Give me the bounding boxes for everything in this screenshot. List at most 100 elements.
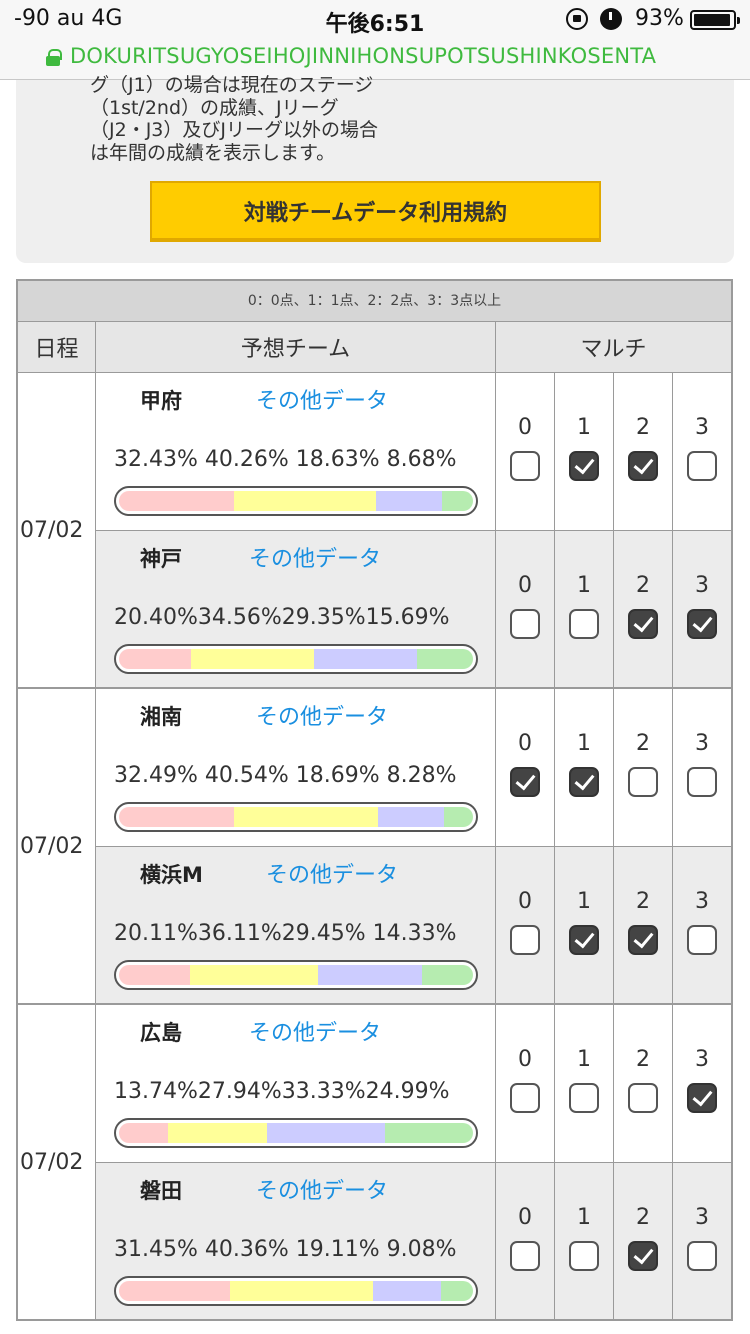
probability-bar (114, 644, 478, 674)
multi-checkbox[interactable] (569, 1083, 599, 1113)
multi-checkbox[interactable] (628, 767, 658, 797)
other-data-link[interactable]: その他データ (249, 541, 381, 573)
multi-checkbox[interactable] (628, 925, 658, 955)
multi-cell-3: 3 (672, 689, 731, 846)
multi-score-label: 0 (518, 415, 532, 440)
multi-checkbox[interactable] (569, 1241, 599, 1271)
multi-selector: 0 1 2 3 (496, 373, 731, 530)
multi-score-label: 1 (577, 573, 591, 598)
team-name: 横浜M (140, 863, 203, 887)
score-percentages: 32.43% 40.26% 18.63% 8.68% (114, 447, 457, 472)
probability-segment-2 (313, 649, 418, 669)
multi-cell-0: 0 (496, 1163, 554, 1319)
terms-button[interactable]: 対戦チームデータ利用規約 (150, 181, 601, 242)
probability-bar (114, 1118, 478, 1148)
header-date: 日程 (18, 322, 96, 372)
multi-score-label: 3 (695, 415, 709, 440)
multi-score-label: 1 (577, 731, 591, 756)
multi-checkbox[interactable] (510, 609, 540, 639)
multi-checkbox[interactable] (510, 1241, 540, 1271)
multi-cell-3: 3 (672, 1163, 731, 1319)
multi-checkbox[interactable] (569, 451, 599, 481)
multi-checkbox[interactable] (510, 451, 540, 481)
multi-score-label: 2 (636, 1205, 650, 1230)
notice-line: は年間の成績を表示します。 (90, 141, 336, 164)
multi-score-label: 3 (695, 889, 709, 914)
multi-checkbox[interactable] (510, 925, 540, 955)
multi-checkbox[interactable] (687, 925, 717, 955)
probability-segment-1 (167, 1123, 267, 1143)
lock-icon (46, 49, 62, 66)
header-team: 予想チーム (96, 322, 496, 372)
header-multi: マルチ (580, 337, 647, 362)
multi-score-label: 2 (636, 573, 650, 598)
multi-checkbox[interactable] (510, 767, 540, 797)
score-percentages: 20.40%34.56%29.35%15.69% (114, 605, 450, 630)
match-row: 07/02 甲府 その他データ 32.43% 40.26% 18.63% 8.68% 0… (16, 373, 733, 689)
team-row: 磐田 その他データ 31.45% 40.36% 19.11% 9.08% 0 1 2 3 (96, 1162, 731, 1319)
multi-score-label: 0 (518, 731, 532, 756)
probability-segment-3 (422, 965, 473, 985)
team-name: 磐田 (140, 1179, 182, 1203)
multi-cell-2: 2 (613, 847, 672, 1003)
other-data-link[interactable]: その他データ (266, 857, 398, 889)
multi-cell-0: 0 (496, 1005, 554, 1162)
rotation-lock-icon (566, 8, 588, 30)
probability-segment-0 (119, 807, 234, 827)
multi-cell-2: 2 (613, 1163, 672, 1319)
multi-score-label: 3 (695, 1047, 709, 1072)
multi-score-label: 3 (695, 1205, 709, 1230)
probability-segment-1 (190, 965, 319, 985)
probability-segment-3 (440, 1281, 473, 1301)
multi-checkbox[interactable] (628, 1241, 658, 1271)
other-data-link[interactable]: その他データ (256, 383, 388, 415)
multi-checkbox[interactable] (687, 1241, 717, 1271)
probability-segment-3 (443, 807, 473, 827)
multi-checkbox[interactable] (687, 1083, 717, 1113)
notice-line: グ（J1）の場合は現在のステージ (90, 74, 374, 96)
multi-checkbox[interactable] (687, 767, 717, 797)
multi-cell-3: 3 (672, 531, 731, 687)
alarm-icon (600, 8, 622, 30)
score-percentages: 31.45% 40.36% 19.11% 9.08% (114, 1237, 457, 1262)
multi-checkbox[interactable] (569, 767, 599, 797)
probability-segment-2 (373, 1281, 441, 1301)
match-list: 07/02 甲府 その他データ 32.43% 40.26% 18.63% 8.68% 0… (16, 373, 733, 1321)
url-text[interactable]: DOKURITSUGYOSEIHOJINNIHONSUPOTSUSHINKOSE… (70, 44, 656, 68)
multi-cell-1: 1 (554, 1163, 613, 1319)
probability-segment-2 (318, 965, 423, 985)
team-info: 磐田 その他データ 31.45% 40.36% 19.11% 9.08% (96, 1163, 496, 1319)
match-date: 07/02 (18, 689, 96, 1003)
multi-cell-0: 0 (496, 847, 554, 1003)
multi-score-label: 0 (518, 1205, 532, 1230)
multi-cell-3: 3 (672, 373, 731, 530)
team-info: 横浜M その他データ 20.11%36.11%29.45% 14.33% (96, 847, 496, 1003)
multi-checkbox[interactable] (569, 925, 599, 955)
multi-selector: 0 1 2 3 (496, 1005, 731, 1162)
probability-segment-1 (233, 491, 377, 511)
multi-checkbox[interactable] (687, 609, 717, 639)
multi-checkbox[interactable] (510, 1083, 540, 1113)
multi-checkbox[interactable] (628, 609, 658, 639)
score-legend: 0：0点、1：1点、2：2点、3：3点以上 (16, 279, 733, 322)
multi-cell-0: 0 (496, 689, 554, 846)
probability-segment-0 (119, 1281, 231, 1301)
probability-segment-0 (119, 491, 234, 511)
multi-checkbox[interactable] (628, 1083, 658, 1113)
team-info: 神戸 その他データ 20.40%34.56%29.35%15.69% (96, 531, 496, 687)
multi-cell-3: 3 (672, 1005, 731, 1162)
multi-checkbox[interactable] (628, 451, 658, 481)
score-percentages: 32.49% 40.54% 18.69% 8.28% (114, 763, 457, 788)
multi-score-label: 3 (695, 573, 709, 598)
other-data-link[interactable]: その他データ (256, 1173, 388, 1205)
multi-cell-1: 1 (554, 531, 613, 687)
multi-selector: 0 1 2 3 (496, 689, 731, 846)
multi-score-label: 0 (518, 573, 532, 598)
other-data-link[interactable]: その他データ (249, 1015, 381, 1047)
multi-checkbox[interactable] (687, 451, 717, 481)
probability-segment-0 (119, 965, 191, 985)
multi-score-label: 2 (636, 731, 650, 756)
other-data-link[interactable]: その他データ (256, 699, 388, 731)
multi-checkbox[interactable] (569, 609, 599, 639)
match-teams: 湘南 その他データ 32.49% 40.54% 18.69% 8.28% 0 1 2 3 横浜… (96, 689, 731, 1003)
